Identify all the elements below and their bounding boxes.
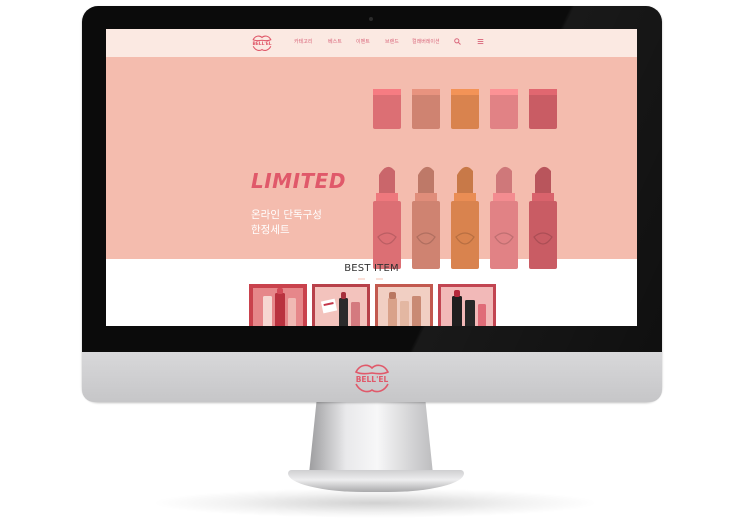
nav-category[interactable]: 카테고리 bbox=[294, 38, 312, 45]
slide-dot-3[interactable] bbox=[376, 278, 383, 280]
webcam-icon bbox=[369, 17, 373, 21]
nav-event[interactable]: 이벤트 bbox=[356, 38, 370, 45]
lipstick-bullet-4 bbox=[496, 166, 512, 197]
lipstick-cap-top-1 bbox=[373, 89, 401, 95]
lipstick-bullet-3 bbox=[457, 166, 473, 197]
lipstick-cap-top-2 bbox=[412, 89, 440, 95]
best-product-3[interactable] bbox=[375, 284, 433, 326]
best-product-1[interactable] bbox=[249, 284, 307, 326]
search-icon[interactable] bbox=[454, 38, 461, 45]
best-product-4[interactable] bbox=[438, 284, 496, 326]
slide-dot-1[interactable] bbox=[358, 278, 365, 280]
lipstick-tube-3 bbox=[451, 201, 479, 269]
lipstick-cap-top-4 bbox=[490, 89, 518, 95]
menu-icon[interactable] bbox=[477, 38, 484, 45]
slide-dot-2[interactable] bbox=[367, 278, 374, 280]
lipstick-bullet-5 bbox=[535, 166, 551, 197]
monitor-chin: BELL'EL bbox=[82, 352, 662, 402]
nav-best[interactable]: 베스트 bbox=[328, 38, 342, 45]
site-logo[interactable]: BELL'EL bbox=[251, 32, 273, 54]
site-header: BELL'EL 카테고리 베스트 이벤트 브랜드 컬래버레이션 bbox=[106, 29, 637, 57]
lipstick-tube-2 bbox=[412, 201, 440, 269]
desk-shadow bbox=[150, 488, 600, 518]
hero-subtitle-line-1: 온라인 단독구성 bbox=[251, 209, 322, 221]
nav-collaboration[interactable]: 컬래버레이션 bbox=[412, 38, 440, 45]
lipstick-tube-1 bbox=[373, 201, 401, 269]
monitor-stand-neck bbox=[309, 402, 433, 474]
lipstick-product-image bbox=[373, 89, 557, 269]
site-logo-text: BELL'EL bbox=[252, 41, 271, 47]
best-product-2[interactable] bbox=[312, 284, 370, 326]
lipstick-bullet-2 bbox=[418, 166, 434, 197]
hero-subtitle: 온라인 단독구성 한정세트 bbox=[251, 208, 361, 238]
lipstick-cap-top-5 bbox=[529, 89, 557, 95]
chin-brand-text: BELL'EL bbox=[356, 375, 389, 384]
hero-title: LIMITED bbox=[251, 169, 346, 193]
hero-subtitle-line-2: 한정세트 bbox=[251, 224, 290, 236]
lipstick-tube-4 bbox=[490, 201, 518, 269]
browser-viewport: BELL'EL 카테고리 베스트 이벤트 브랜드 컬래버레이션 LIMITED … bbox=[106, 29, 637, 326]
lipstick-tube-5 bbox=[529, 201, 557, 269]
best-item-heading: BEST ITEM bbox=[344, 263, 399, 274]
hero-banner[interactable]: LIMITED 온라인 단독구성 한정세트 bbox=[106, 57, 637, 280]
lipstick-cap-top-3 bbox=[451, 89, 479, 95]
brand-lips-logo: BELL'EL bbox=[354, 364, 390, 393]
nav-brand[interactable]: 브랜드 bbox=[385, 38, 399, 45]
lipstick-bullet-1 bbox=[379, 166, 395, 197]
